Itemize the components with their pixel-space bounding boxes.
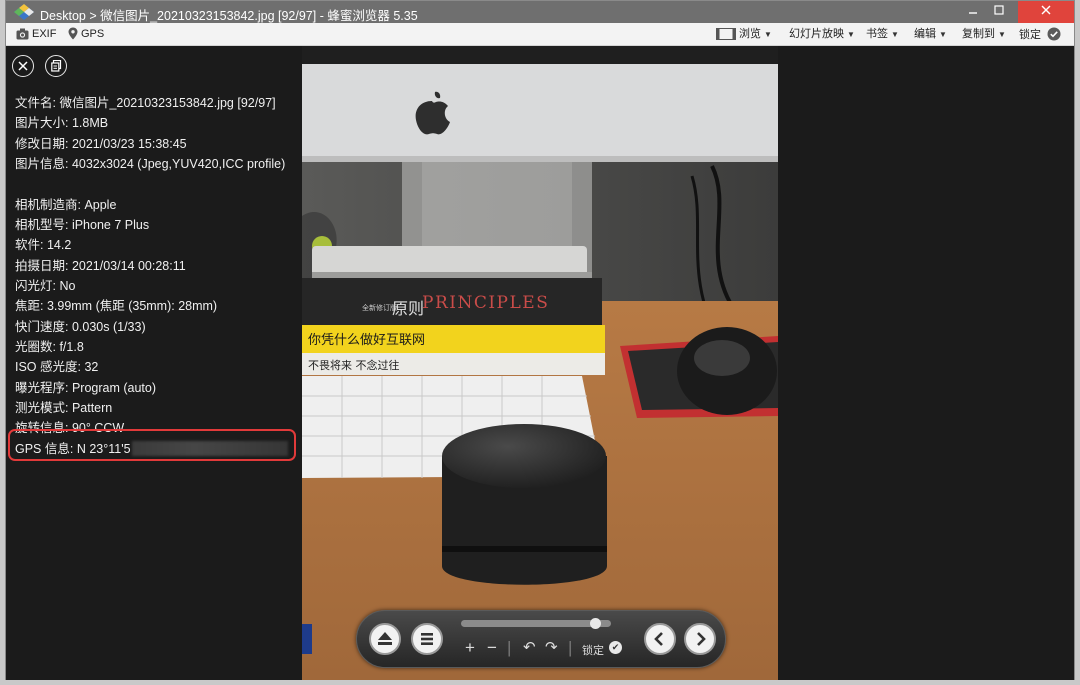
info-image-details: 图片信息: 4032x3024 (Jpeg,YUV420,ICC profile… — [15, 157, 286, 171]
info-aperture: 光圈数: f/1.8 — [15, 340, 84, 354]
right-background — [778, 46, 1074, 680]
zoom-slider-handle[interactable] — [590, 618, 602, 629]
previous-image-button[interactable] — [644, 623, 676, 655]
close-icon — [18, 60, 28, 71]
check-circle-icon[interactable]: ✔ — [609, 641, 622, 654]
photo-image: PRINCIPLES 原则 全新修订版 你凭什么做好互联网 不畏将来 不念过往 — [302, 46, 778, 680]
title-bar[interactable]: Desktop > 微信图片_20210323153842.jpg [92/97… — [6, 1, 1074, 23]
copy-icon — [50, 59, 61, 72]
edit-label: 编辑 — [914, 28, 936, 40]
minimize-button[interactable] — [960, 1, 986, 23]
info-modified-date: 修改日期: 2021/03/23 15:38:45 — [15, 137, 187, 151]
maximize-icon — [994, 5, 1004, 15]
close-window-button[interactable] — [1018, 1, 1074, 23]
info-software: 软件: 14.2 — [15, 238, 72, 252]
info-camera-make: 相机制造商: Apple — [15, 198, 117, 212]
filmstrip-icon — [716, 28, 736, 40]
info-exposure-program: 曝光程序: Program (auto) — [15, 381, 157, 395]
browse-menu[interactable]: 浏览 ▼ — [716, 27, 772, 41]
navbar-lock-label[interactable]: 锁定 — [582, 642, 604, 658]
rotate-right-icon[interactable]: ↷ — [545, 639, 558, 656]
info-shot-date: 拍摄日期: 2021/03/14 00:28:11 — [15, 259, 186, 273]
separator-icon: | — [568, 638, 573, 657]
info-filename: 文件名: 微信图片_20210323153842.jpg [92/97] — [15, 96, 276, 110]
exif-button[interactable]: EXIF — [16, 27, 56, 41]
zoom-slider[interactable] — [461, 618, 611, 629]
rotate-left-icon[interactable]: ↶ — [523, 639, 536, 656]
chevron-left-icon — [654, 632, 663, 646]
bookmark-label: 书签 — [866, 28, 888, 40]
location-pin-icon — [68, 27, 78, 40]
eject-button[interactable] — [369, 623, 401, 655]
lock-toggle[interactable]: 锁定 — [1019, 27, 1061, 41]
chevron-right-icon — [697, 632, 706, 646]
info-flash: 闪光灯: No — [15, 279, 76, 293]
window-title: Desktop > 微信图片_20210323153842.jpg [92/97… — [40, 9, 418, 23]
close-panel-button[interactable] — [12, 55, 34, 77]
copy-info-button[interactable] — [45, 55, 67, 77]
photo-viewer[interactable]: PRINCIPLES 原则 全新修订版 你凭什么做好互联网 不畏将来 不念过往 — [302, 46, 778, 680]
copy-to-menu[interactable]: 复制到 ▼ — [962, 27, 1006, 41]
lock-label: 锁定 — [1019, 29, 1041, 41]
gps-button[interactable]: GPS — [68, 27, 104, 41]
chevron-down-icon: ▼ — [939, 30, 947, 39]
book1-latin-text: PRINCIPLES — [422, 293, 549, 313]
book2-cn-text: 你凭什么做好互联网 — [308, 333, 425, 348]
info-metering-mode: 测光模式: Pattern — [15, 401, 113, 415]
info-shutter-speed: 快门速度: 0.030s (1/33) — [15, 320, 146, 334]
slideshow-menu[interactable]: 幻灯片放映 ▼ — [789, 27, 855, 41]
slideshow-label: 幻灯片放映 — [789, 28, 844, 40]
gps-highlight-box — [8, 429, 296, 461]
minimize-icon — [969, 12, 977, 14]
bookmark-menu[interactable]: 书签 ▼ — [866, 27, 899, 41]
check-circle-icon — [1047, 27, 1061, 41]
chevron-down-icon: ▼ — [847, 30, 855, 39]
info-camera-model: 相机型号: iPhone 7 Plus — [15, 218, 150, 232]
book3-cn-text: 不畏将来 不念过往 — [308, 358, 400, 372]
zoom-out-icon[interactable]: − — [487, 639, 497, 656]
app-logo-icon — [14, 4, 34, 20]
next-image-button[interactable] — [684, 623, 716, 655]
zoom-in-icon[interactable]: + — [465, 639, 475, 656]
close-icon — [1041, 5, 1051, 15]
browse-label: 浏览 — [739, 28, 761, 40]
navigation-bar: + − | ↶ ↷ | 锁定 ✔ — [356, 610, 726, 668]
chevron-down-icon: ▼ — [998, 30, 1006, 39]
info-filesize: 图片大小: 1.8MB — [15, 116, 109, 130]
info-focal-length: 焦距: 3.99mm (焦距 (35mm): 28mm) — [15, 299, 218, 313]
info-iso: ISO 感光度: 32 — [15, 360, 99, 374]
edit-menu[interactable]: 编辑 ▼ — [914, 27, 947, 41]
maximize-button[interactable] — [986, 1, 1012, 23]
camera-icon — [16, 28, 29, 40]
exif-panel: 文件名: 微信图片_20210323153842.jpg [92/97] 图片大… — [6, 46, 302, 680]
eject-icon — [378, 632, 392, 645]
separator-icon: | — [507, 638, 512, 657]
book1-spine-text: 全新修订版 — [362, 303, 397, 312]
gps-label: GPS — [81, 28, 105, 40]
exif-label: EXIF — [32, 28, 57, 40]
toolbar: EXIF GPS 浏览 ▼ 幻灯片放映 ▼ 书签 ▼ 编辑 ▼ 复制到 ▼ 锁定 — [6, 23, 1074, 46]
chevron-down-icon: ▼ — [891, 30, 899, 39]
menu-button[interactable] — [411, 623, 443, 655]
menu-icon — [421, 633, 433, 645]
copy-to-label: 复制到 — [962, 28, 995, 40]
chevron-down-icon: ▼ — [764, 30, 772, 39]
app-window: Desktop > 微信图片_20210323153842.jpg [92/97… — [5, 0, 1075, 680]
